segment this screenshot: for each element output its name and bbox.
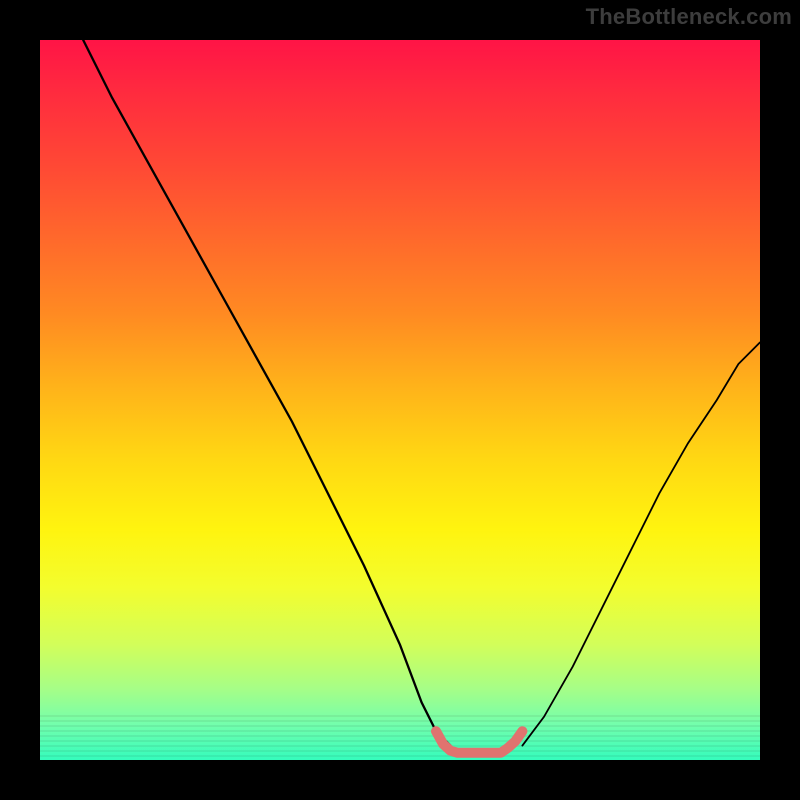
curve-right-arm (522, 342, 760, 745)
watermark-text: TheBottleneck.com (586, 4, 792, 30)
chart-svg (40, 40, 760, 760)
chart-frame: TheBottleneck.com (0, 0, 800, 800)
plot-area (40, 40, 760, 760)
zone-marker (436, 731, 522, 753)
curve-left-arm (83, 40, 450, 746)
